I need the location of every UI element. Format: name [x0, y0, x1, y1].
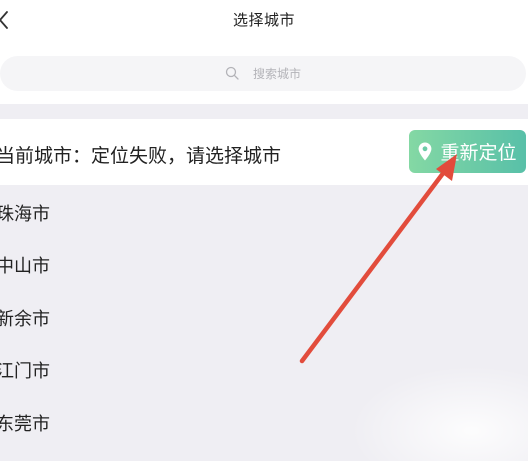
- relocate-button[interactable]: 重新定位: [409, 130, 526, 173]
- top-bar: 选择城市: [0, 0, 528, 44]
- search-icon: [225, 66, 239, 80]
- current-city-status: 当前城市：定位失败，请选择城市: [0, 145, 282, 167]
- list-item[interactable]: 东莞市: [0, 410, 50, 436]
- list-item[interactable]: 新余市: [0, 305, 50, 331]
- search-input[interactable]: 搜索城市: [0, 56, 526, 91]
- list-item[interactable]: 江门市: [0, 357, 50, 383]
- city-list: 珠海市 中山市 新余市 江门市 东莞市: [0, 185, 528, 461]
- list-item[interactable]: 珠海市: [0, 200, 50, 226]
- search-placeholder: 搜索城市: [252, 67, 301, 81]
- location-pin-icon: [419, 142, 432, 161]
- page-title: 选择城市: [232, 11, 295, 29]
- current-city-row: 当前城市：定位失败，请选择城市 重新定位: [0, 119, 528, 185]
- section-divider: [0, 104, 528, 119]
- list-item[interactable]: 中山市: [0, 252, 50, 278]
- relocate-button-label: 重新定位: [440, 142, 517, 164]
